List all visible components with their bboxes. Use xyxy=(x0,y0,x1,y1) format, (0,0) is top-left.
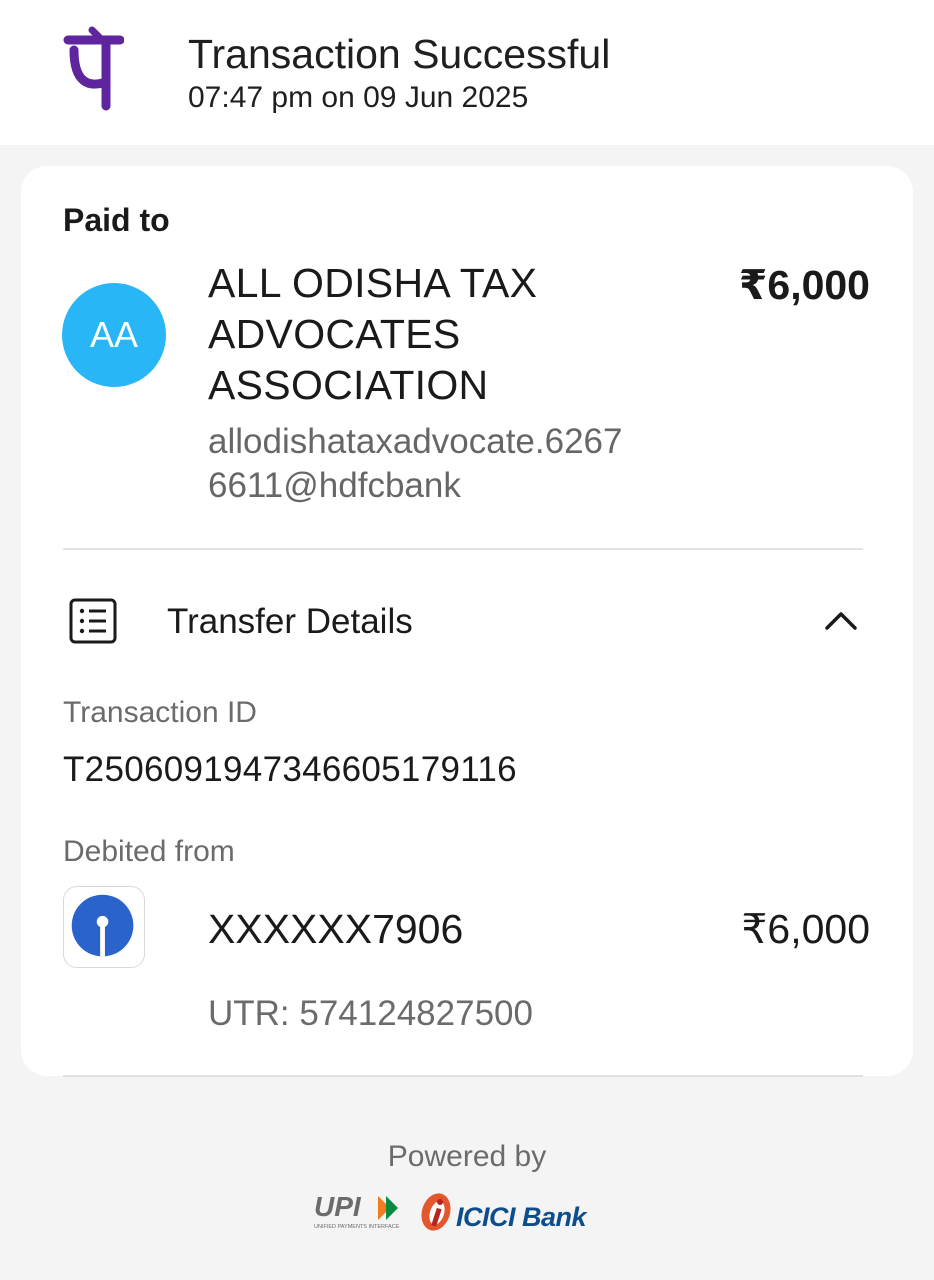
utr-number: UTR: 574124827500 xyxy=(208,994,533,1033)
upi-tagline: UNIFIED PAYMENTS INTERFACE xyxy=(314,1224,400,1230)
header: Transaction Successful 07:47 pm on 09 Ju… xyxy=(0,0,934,145)
payee-avatar: AA xyxy=(62,283,166,387)
divider xyxy=(63,548,863,550)
upi-logo-text: UPI xyxy=(314,1191,362,1222)
transaction-id: T2506091947346605179116 xyxy=(63,750,517,789)
transaction-timestamp: 07:47 pm on 09 Jun 2025 xyxy=(188,81,529,114)
page-title: Transaction Successful xyxy=(188,31,611,77)
paid-amount: ₹6,000 xyxy=(738,262,870,308)
payee-vpa: allodishataxadvocate.62676611@hdfcbank xyxy=(208,422,623,505)
transaction-id-label: Transaction ID xyxy=(63,696,257,729)
partner-bank-name: ICICI Bank xyxy=(456,1202,587,1232)
debited-from-label: Debited from xyxy=(63,835,235,868)
footer-divider xyxy=(63,1075,863,1077)
chevron-up-icon[interactable] xyxy=(821,604,861,634)
transfer-details-toggle[interactable]: Transfer Details xyxy=(167,600,413,644)
receipt-list-icon xyxy=(69,598,117,644)
phonepe-logo xyxy=(63,26,124,111)
paid-to-label: Paid to xyxy=(63,202,170,238)
icici-bank-logo: ICICI Bank xyxy=(418,1188,618,1236)
transaction-card: Paid to AA ALL ODISHA TAX ADVOCATES ASSO… xyxy=(21,166,913,1076)
avatar-initials: AA xyxy=(89,314,139,355)
sbi-logo xyxy=(63,886,145,968)
upi-logo: UPI UNIFIED PAYMENTS INTERFACE xyxy=(314,1191,400,1230)
debited-amount: ₹6,000 xyxy=(741,906,870,952)
payee-name: ALL ODISHA TAX ADVOCATES ASSOCIATION xyxy=(208,260,538,408)
account-number: XXXXXX7906 xyxy=(208,906,464,952)
powered-by-label: Powered by xyxy=(387,1140,547,1173)
